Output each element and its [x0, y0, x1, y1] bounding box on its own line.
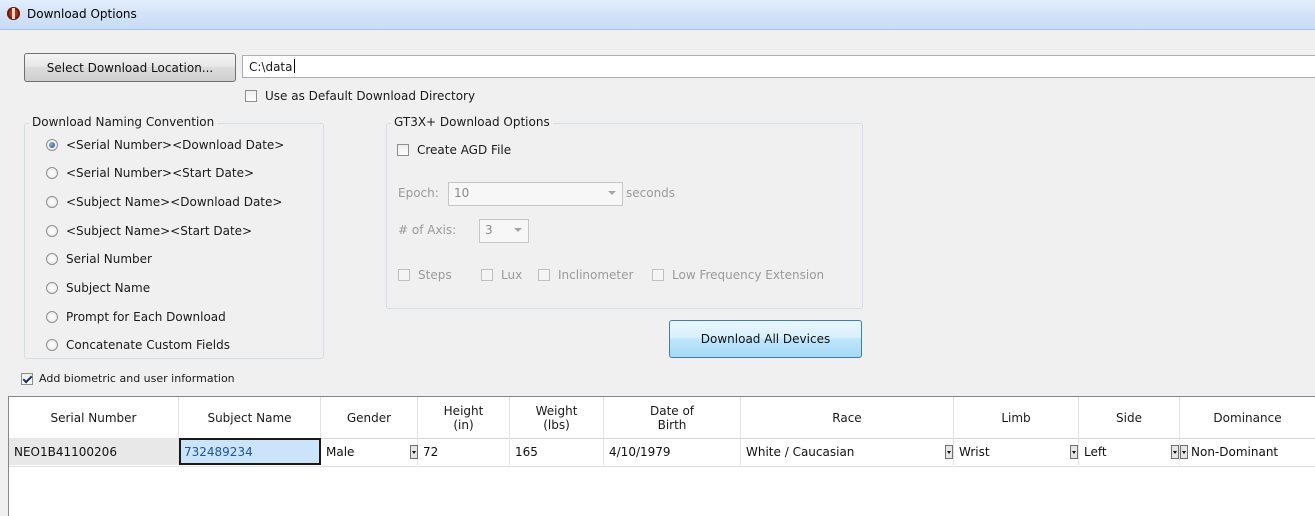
side-dropdown-icon[interactable]: [1171, 445, 1179, 459]
naming-option[interactable]: Serial Number: [46, 252, 152, 266]
select-download-location-button[interactable]: Select Download Location...: [24, 53, 236, 82]
epoch-value: 10: [454, 186, 470, 200]
radio-button[interactable]: [46, 282, 58, 294]
cell-limb[interactable]: Wrist: [954, 438, 1079, 465]
radio-button[interactable]: [46, 196, 58, 208]
chevron-down-icon: [514, 228, 522, 232]
race-value: White / Caucasian: [746, 444, 855, 459]
cell-side[interactable]: Left: [1079, 438, 1180, 465]
column-header-gender[interactable]: Gender: [321, 397, 418, 438]
gt3x-options-legend: GT3X+ Download Options: [391, 115, 553, 129]
biometric-option[interactable]: Add biometric and user information: [21, 372, 235, 385]
naming-option[interactable]: <Serial Number><Download Date>: [46, 138, 284, 152]
download-path-input[interactable]: C:\data: [242, 55, 1315, 78]
column-header-side[interactable]: Side: [1079, 397, 1180, 438]
cell-race[interactable]: White / Caucasian: [741, 438, 954, 465]
biometric-label: Add biometric and user information: [39, 372, 235, 385]
radio-button[interactable]: [46, 139, 58, 151]
cell-gender[interactable]: Male: [321, 438, 418, 465]
axis-select[interactable]: 3: [479, 219, 529, 243]
column-header-dominance[interactable]: Dominance: [1180, 397, 1315, 438]
download-all-devices-button[interactable]: Download All Devices: [669, 320, 862, 358]
app-icon: [7, 7, 20, 20]
axis-label: # of Axis:: [398, 223, 457, 237]
device-grid: Serial Number Subject Name Gender Height…: [8, 396, 1315, 516]
epoch-select[interactable]: 10: [448, 182, 623, 206]
naming-option[interactable]: Concatenate Custom Fields: [46, 338, 230, 352]
low-frequency-extension-option[interactable]: Low Frequency Extension: [652, 268, 824, 282]
create-agd-option[interactable]: Create AGD File: [397, 143, 511, 157]
window-title: Download Options: [27, 7, 137, 21]
column-header-serial-number[interactable]: Serial Number: [9, 397, 179, 438]
download-path-value: C:\data: [249, 60, 293, 74]
biometric-checkbox[interactable]: [21, 372, 33, 385]
cell-subject-name[interactable]: 732489234: [179, 438, 321, 465]
column-header-height[interactable]: Height (in): [418, 397, 510, 438]
grid-header: Serial Number Subject Name Gender Height…: [9, 397, 1315, 439]
epoch-label: Epoch:: [398, 186, 439, 200]
dominance-value: Non-Dominant: [1191, 444, 1279, 459]
dominance-dropdown-icon[interactable]: [1180, 445, 1188, 459]
race-dropdown-icon[interactable]: [945, 445, 953, 459]
gender-dropdown-icon[interactable]: [410, 445, 418, 459]
steps-option[interactable]: Steps: [398, 268, 452, 282]
side-value: Left: [1084, 444, 1107, 459]
radio-button[interactable]: [46, 167, 58, 179]
limb-value: Wrist: [959, 444, 990, 459]
column-header-date-of-birth[interactable]: Date of Birth: [604, 397, 741, 438]
inclinometer-option[interactable]: Inclinometer: [538, 268, 633, 282]
axis-value: 3: [485, 223, 493, 237]
column-header-race[interactable]: Race: [741, 397, 954, 438]
limb-dropdown-icon[interactable]: [1070, 445, 1078, 459]
radio-button[interactable]: [46, 311, 58, 323]
default-directory-checkbox[interactable]: [245, 90, 257, 102]
naming-option[interactable]: <Subject Name><Download Date>: [46, 195, 282, 209]
cell-serial-number: NEO1B41100206: [9, 438, 179, 465]
cell-date-of-birth[interactable]: 4/10/1979: [604, 438, 741, 465]
epoch-unit: seconds: [626, 186, 676, 200]
gender-value: Male: [326, 444, 355, 459]
radio-button[interactable]: [46, 225, 58, 237]
lux-checkbox[interactable]: [481, 269, 493, 281]
radio-button[interactable]: [46, 339, 58, 351]
low-frequency-extension-checkbox[interactable]: [652, 269, 664, 281]
lux-option[interactable]: Lux: [481, 268, 522, 282]
steps-checkbox[interactable]: [398, 269, 410, 281]
column-header-weight[interactable]: Weight (lbs): [510, 397, 604, 438]
cell-height[interactable]: 72: [418, 438, 510, 465]
table-row: NEO1B41100206 732489234 Male 72 165 4/10…: [9, 438, 1315, 467]
create-agd-label: Create AGD File: [417, 143, 512, 157]
column-header-subject-name[interactable]: Subject Name: [179, 397, 321, 438]
naming-convention-legend: Download Naming Convention: [29, 115, 218, 129]
naming-option[interactable]: Prompt for Each Download: [46, 310, 226, 324]
radio-button[interactable]: [46, 253, 58, 265]
default-directory-option[interactable]: Use as Default Download Directory: [245, 89, 475, 103]
naming-option[interactable]: <Subject Name><Start Date>: [46, 224, 252, 238]
window-titlebar: Download Options: [0, 0, 1315, 30]
naming-option[interactable]: Subject Name: [46, 281, 150, 295]
cell-weight[interactable]: 165: [510, 438, 604, 465]
inclinometer-checkbox[interactable]: [538, 269, 550, 281]
chevron-down-icon: [608, 191, 616, 195]
cell-dominance[interactable]: Non-Dominant: [1180, 438, 1315, 465]
default-directory-label: Use as Default Download Directory: [265, 89, 476, 103]
create-agd-checkbox[interactable]: [397, 144, 409, 156]
naming-option[interactable]: <Serial Number><Start Date>: [46, 166, 254, 180]
column-header-limb[interactable]: Limb: [954, 397, 1079, 438]
